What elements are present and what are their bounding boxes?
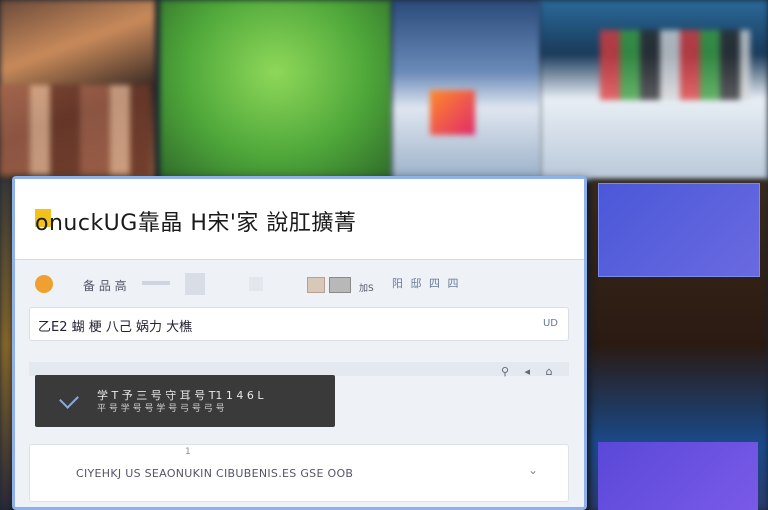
- photo-icon[interactable]: [329, 277, 351, 293]
- background-thumbnail-colorful: [430, 90, 475, 135]
- background-thumbnail-green: [160, 0, 392, 180]
- check-icon: [59, 389, 79, 409]
- app-window: onuckUG靠晶 H宋'家 說肛擴菁 备 品 高 加S 阳 邸 四 四 乙E2…: [12, 176, 587, 510]
- panel-text: CIYEHKJ US SEAONUKIN CIBUBENIS.ES GSE OO…: [76, 467, 354, 480]
- address-right-icon[interactable]: UD: [543, 318, 558, 329]
- toolbar-small-label[interactable]: 加S: [359, 281, 374, 294]
- toolbar-divider: [142, 281, 170, 285]
- toolbar-placeholder-button[interactable]: [185, 273, 205, 295]
- address-text: 乙E2 蝴 梗 八己 娲力 大樵: [38, 320, 193, 335]
- section-divider: [29, 362, 569, 376]
- content-panel: 1 CIYEHKJ US SEAONUKIN CIBUBENIS.ES GSE …: [29, 444, 569, 502]
- toolbar-label[interactable]: 备 品 高: [83, 277, 127, 294]
- toolbar-placeholder-icon[interactable]: [249, 277, 263, 291]
- title-bar: onuckUG靠晶 H宋'家 說肛擴菁: [15, 179, 584, 260]
- app-title: onuckUG靠晶 H宋'家 說肛擴菁: [35, 211, 357, 236]
- panel-marker: 1: [185, 447, 191, 457]
- address-bar[interactable]: 乙E2 蝴 梗 八己 娲力 大樵 UD: [29, 307, 569, 341]
- app-logo-icon[interactable]: [35, 275, 53, 293]
- side-tile-purple[interactable]: [598, 442, 758, 510]
- toolbar: 备 品 高 加S 阳 邸 四 四: [27, 269, 572, 299]
- image-icon[interactable]: [307, 277, 325, 293]
- side-tile-blue[interactable]: [598, 183, 760, 277]
- notification-toast[interactable]: 学 T 予 三 号 守 耳 号 T1 1 4 6 L 平 号 学 号 号 学 号…: [35, 375, 335, 427]
- section-action-icons[interactable]: ⚲ ◂ ⌂: [501, 365, 559, 378]
- notification-line-2: 平 号 学 号 号 学 号 弓 号 弓 号: [97, 404, 225, 414]
- chevron-icon[interactable]: ⌄: [528, 463, 538, 477]
- background-thumbnail-food-2: [0, 85, 150, 175]
- toolbar-right-label[interactable]: 阳 邸 四 四: [392, 275, 461, 291]
- background-thumbnail-dashboard-2: [600, 30, 750, 100]
